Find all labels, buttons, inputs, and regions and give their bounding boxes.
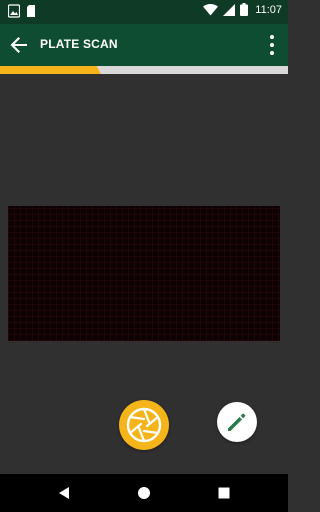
photo-icon — [8, 4, 20, 18]
pencil-icon — [217, 402, 257, 442]
battery-icon — [240, 3, 249, 16]
nav-back-button[interactable] — [56, 484, 74, 502]
progress-bar — [0, 66, 288, 74]
page-title: PLATE SCAN — [40, 37, 118, 51]
arrow-back-icon — [6, 32, 32, 58]
nav-home-button[interactable] — [135, 484, 153, 502]
signal-icon — [223, 3, 236, 16]
home-circle-icon — [135, 484, 153, 502]
more-vert-icon — [266, 33, 278, 57]
capture-button[interactable] — [119, 400, 169, 450]
status-notification-icons — [8, 4, 36, 18]
edit-plate-button[interactable] — [217, 402, 257, 442]
camera-shutter-icon — [119, 400, 169, 450]
system-nav-bar — [0, 474, 288, 512]
status-time: 11:07 — [255, 3, 282, 16]
status-system-icons: 11:07 — [203, 3, 282, 16]
recents-square-icon — [215, 484, 233, 502]
wifi-icon — [203, 3, 219, 16]
back-triangle-icon — [56, 484, 74, 502]
nav-recents-button[interactable] — [215, 484, 233, 502]
progress-fill — [0, 66, 101, 74]
sd-card-icon — [26, 4, 36, 18]
app-bar: PLATE SCAN — [0, 24, 288, 66]
overflow-menu-button[interactable] — [266, 33, 278, 57]
status-bar: 11:07 — [0, 0, 288, 24]
back-button[interactable] — [6, 32, 32, 58]
plate-scan-frame — [8, 206, 280, 341]
